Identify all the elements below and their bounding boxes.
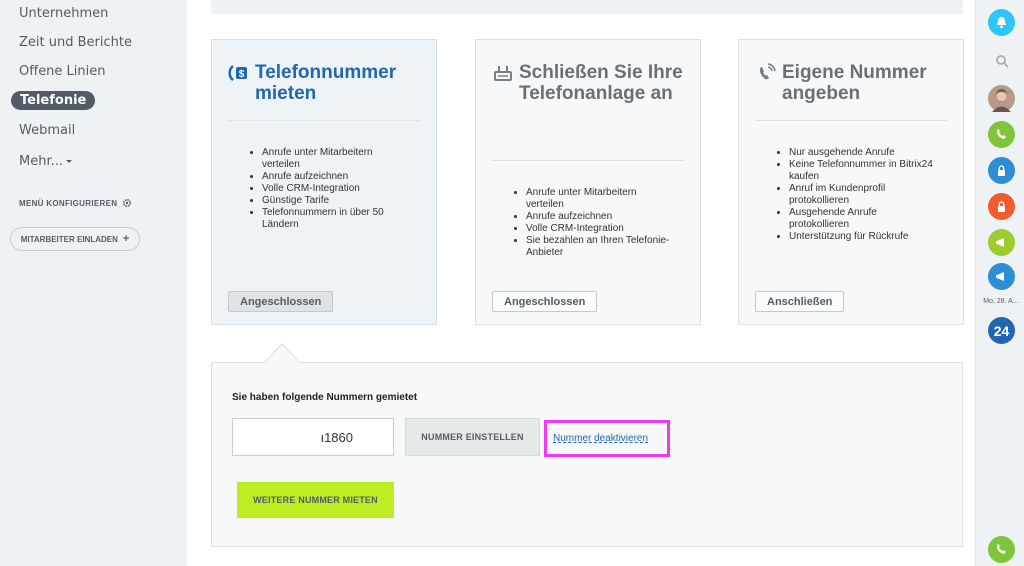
- card-title: $ Telefonnummer mieten: [228, 62, 428, 104]
- card-title-text: Schließen Sie Ihre Telefonanlage an: [519, 62, 683, 104]
- sidebar-item-telefonie[interactable]: Telefonie: [11, 91, 96, 110]
- divider: [228, 120, 420, 121]
- list-item: Sie bezahlen an Ihren Telefonie-Anbieter: [526, 235, 672, 259]
- connected-button[interactable]: Angeschlossen: [492, 291, 598, 312]
- sidebar-item-offene-linien[interactable]: Offene Linien: [19, 64, 106, 79]
- megaphone-icon[interactable]: [988, 263, 1015, 290]
- rented-number-field[interactable]: ı1860: [232, 418, 394, 456]
- sidebar-item-mehr[interactable]: Mehr...: [19, 154, 73, 169]
- menu-config-label: MENÜ KONFIGURIEREN: [19, 198, 118, 208]
- avatar[interactable]: [988, 85, 1015, 112]
- list-item: Volle CRM-Integration: [262, 183, 408, 195]
- card-own-number: Eigene Nummer angeben Nur ausgehende Anr…: [738, 39, 964, 325]
- chevron-down-icon: [66, 160, 73, 163]
- left-sidebar: Unternehmen Zeit und Berichte Offene Lin…: [0, 0, 187, 566]
- list-item: Günstige Tarife: [262, 195, 408, 207]
- lock-icon[interactable]: [988, 193, 1015, 220]
- list-item: Volle CRM-Integration: [526, 223, 672, 235]
- search-icon[interactable]: [988, 47, 1015, 74]
- date-label: Mo, 28. A...: [983, 298, 1019, 305]
- list-item: Nur ausgehende Anrufe: [789, 147, 935, 159]
- phone-icon[interactable]: [988, 536, 1015, 563]
- plus-icon: +: [122, 233, 130, 245]
- sidebar-item-zeit-und-berichte[interactable]: Zeit und Berichte: [19, 35, 132, 50]
- bitrix24-badge[interactable]: 24: [988, 317, 1015, 344]
- phone-icon: [755, 62, 777, 104]
- dollar-phone-icon: $: [228, 62, 250, 104]
- list-item: Anrufe unter Mitarbeitern verteilen: [526, 187, 672, 211]
- gear-icon: [123, 198, 132, 208]
- menu-config-button[interactable]: MENÜ KONFIGURIEREN: [19, 198, 132, 208]
- card-title: Eigene Nummer angeben: [755, 62, 955, 104]
- top-strip: [211, 0, 963, 14]
- card-title-text: Eigene Nummer angeben: [782, 62, 927, 104]
- rent-more-number-button[interactable]: WEITERE NUMMER MIETEN: [237, 482, 394, 518]
- card-connect-pbx: Schließen Sie Ihre Telefonanlage an Anru…: [475, 39, 701, 325]
- rented-numbers-panel: Sie haben folgende Nummern gemietet ı186…: [211, 362, 963, 547]
- card-title: Schließen Sie Ihre Telefonanlage an: [492, 62, 692, 104]
- invite-employees-label: MITARBEITER EINLADEN: [20, 234, 118, 244]
- right-toolbar: Mo, 28. A... 24: [975, 0, 1024, 566]
- connect-button[interactable]: Anschließen: [755, 291, 845, 312]
- lock-icon[interactable]: [988, 157, 1015, 184]
- feature-list: Anrufe unter Mitarbeitern verteilen Anru…: [248, 147, 408, 231]
- bell-icon[interactable]: [988, 9, 1015, 36]
- card-rent-number: $ Telefonnummer mieten Anrufe unter Mita…: [211, 39, 437, 325]
- megaphone-icon[interactable]: [988, 229, 1015, 256]
- panel-pointer-inner: [264, 345, 300, 363]
- sidebar-item-webmail[interactable]: Webmail: [19, 123, 75, 138]
- list-item: Anrufe unter Mitarbeitern verteilen: [262, 147, 408, 171]
- connected-button[interactable]: Angeschlossen: [228, 291, 334, 312]
- list-item: Keine Telefonnummer in Bitrix24 kaufen: [789, 159, 935, 183]
- card-title-text: Telefonnummer mieten: [255, 62, 397, 104]
- sidebar-item-unternehmen[interactable]: Unternehmen: [19, 6, 108, 21]
- pbx-icon: [492, 62, 514, 104]
- feature-list: Anrufe unter Mitarbeitern verteilen Anru…: [512, 187, 672, 259]
- phone-icon[interactable]: [988, 121, 1015, 148]
- divider: [492, 160, 684, 161]
- configure-number-button[interactable]: NUMMER EINSTELLEN: [405, 418, 540, 456]
- main-content: $ Telefonnummer mieten Anrufe unter Mita…: [187, 0, 975, 566]
- sidebar-item-mehr-label: Mehr...: [19, 154, 64, 169]
- list-item: Anruf im Kundenprofil protokollieren: [789, 183, 935, 207]
- divider: [755, 120, 947, 121]
- invite-employees-button[interactable]: MITARBEITER EINLADEN +: [10, 227, 140, 251]
- svg-text:$: $: [239, 69, 245, 80]
- list-item: Ausgehende Anrufe protokollieren: [789, 207, 935, 231]
- deactivate-number-link[interactable]: Nummer deaktivieren: [553, 433, 648, 444]
- list-item: Unterstützung für Rückrufe: [789, 231, 935, 243]
- feature-list: Nur ausgehende Anrufe Keine Telefonnumme…: [775, 147, 935, 243]
- highlight-box: Nummer deaktivieren: [544, 420, 670, 457]
- list-item: Telefonnummern in über 50 Ländern: [262, 207, 408, 231]
- list-item: Anrufe aufzeichnen: [262, 171, 408, 183]
- panel-title: Sie haben folgende Nummern gemietet: [232, 392, 418, 403]
- list-item: Anrufe aufzeichnen: [526, 211, 672, 223]
